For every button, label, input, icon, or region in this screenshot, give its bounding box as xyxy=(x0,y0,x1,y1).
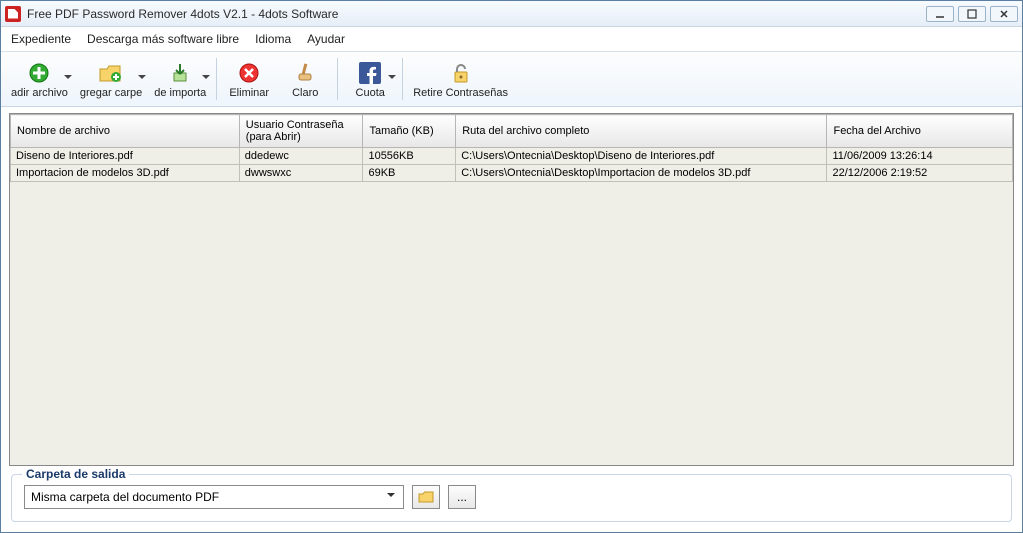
remove-passwords-button[interactable]: Retire Contraseñas xyxy=(407,52,514,106)
delete-button[interactable]: Eliminar xyxy=(221,52,277,106)
browse-button[interactable]: ... xyxy=(448,485,476,509)
content-area: Nombre de archivo Usuario Contraseña (pa… xyxy=(1,107,1022,466)
cell-date: 22/12/2006 2:19:52 xyxy=(827,165,1013,182)
cell-size: 10556KB xyxy=(363,148,456,165)
menu-expediente[interactable]: Expediente xyxy=(11,32,71,46)
col-filename[interactable]: Nombre de archivo xyxy=(11,115,240,148)
facebook-icon xyxy=(356,60,384,86)
import-icon xyxy=(166,60,194,86)
cell-password: dwwswxc xyxy=(239,165,363,182)
output-fieldset: Carpeta de salida Misma carpeta del docu… xyxy=(11,474,1012,522)
add-file-label: adir archivo xyxy=(11,87,68,99)
menu-download[interactable]: Descarga más software libre xyxy=(87,32,239,46)
cell-filename: Diseno de Interiores.pdf xyxy=(11,148,240,165)
col-date[interactable]: Fecha del Archivo xyxy=(827,115,1013,148)
cell-filename: Importacion de modelos 3D.pdf xyxy=(11,165,240,182)
add-file-button[interactable]: adir archivo xyxy=(5,52,74,106)
clear-icon xyxy=(291,60,319,86)
footer: Carpeta de salida Misma carpeta del docu… xyxy=(1,466,1022,532)
table-row[interactable]: Diseno de Interiores.pdf ddedewc 10556KB… xyxy=(11,148,1013,165)
add-folder-button[interactable]: gregar carpe xyxy=(74,52,148,106)
separator xyxy=(402,58,403,100)
add-folder-label: gregar carpe xyxy=(80,87,142,99)
output-folder-value: Misma carpeta del documento PDF xyxy=(31,490,219,504)
clear-button[interactable]: Claro xyxy=(277,52,333,106)
maximize-button[interactable] xyxy=(958,6,986,22)
col-size[interactable]: Tamaño (KB) xyxy=(363,115,456,148)
menubar: Expediente Descarga más software libre I… xyxy=(1,27,1022,51)
separator xyxy=(216,58,217,100)
share-label: Cuota xyxy=(356,87,385,99)
menu-idioma[interactable]: Idioma xyxy=(255,32,291,46)
output-folder-combo[interactable]: Misma carpeta del documento PDF xyxy=(24,485,404,509)
app-icon xyxy=(5,6,21,22)
clear-label: Claro xyxy=(292,87,318,99)
separator xyxy=(337,58,338,100)
output-legend: Carpeta de salida xyxy=(22,467,129,481)
add-file-icon xyxy=(25,60,53,86)
unlock-icon xyxy=(447,60,475,86)
import-button[interactable]: de importa xyxy=(148,52,212,106)
menu-ayudar[interactable]: Ayudar xyxy=(307,32,345,46)
browse-label: ... xyxy=(457,490,467,504)
col-password[interactable]: Usuario Contraseña (para Abrir) xyxy=(239,115,363,148)
minimize-button[interactable] xyxy=(926,6,954,22)
table-row[interactable]: Importacion de modelos 3D.pdf dwwswxc 69… xyxy=(11,165,1013,182)
titlebar: Free PDF Password Remover 4dots V2.1 - 4… xyxy=(1,1,1022,27)
delete-label: Eliminar xyxy=(229,87,269,99)
cell-size: 69KB xyxy=(363,165,456,182)
folder-icon xyxy=(418,490,434,504)
import-label: de importa xyxy=(154,87,206,99)
cell-path: C:\Users\Ontecnia\Desktop\Importacion de… xyxy=(456,165,827,182)
toolbar: adir archivo gregar carpe de importa Eli… xyxy=(1,51,1022,107)
close-button[interactable] xyxy=(990,6,1018,22)
add-folder-icon xyxy=(97,60,125,86)
cell-path: C:\Users\Ontecnia\Desktop\Diseno de Inte… xyxy=(456,148,827,165)
open-folder-button[interactable] xyxy=(412,485,440,509)
cell-date: 11/06/2009 13:26:14 xyxy=(827,148,1013,165)
remove-passwords-label: Retire Contraseñas xyxy=(413,87,508,99)
header-row: Nombre de archivo Usuario Contraseña (pa… xyxy=(11,115,1013,148)
cell-password: ddedewc xyxy=(239,148,363,165)
share-button[interactable]: Cuota xyxy=(342,52,398,106)
file-grid[interactable]: Nombre de archivo Usuario Contraseña (pa… xyxy=(9,113,1014,466)
app-window: Free PDF Password Remover 4dots V2.1 - 4… xyxy=(0,0,1023,533)
window-title: Free PDF Password Remover 4dots V2.1 - 4… xyxy=(27,7,926,21)
col-path[interactable]: Ruta del archivo completo xyxy=(456,115,827,148)
delete-icon xyxy=(235,60,263,86)
